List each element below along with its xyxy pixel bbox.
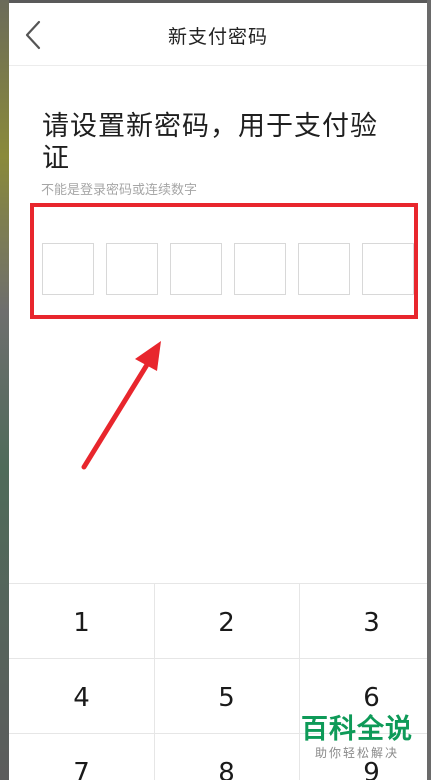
pin-input-row[interactable] xyxy=(42,243,414,297)
pin-cell-6[interactable] xyxy=(362,243,414,295)
key-1[interactable]: 1 xyxy=(9,585,154,660)
watermark-logo: 百科全说 助你轻松解决 xyxy=(292,715,422,761)
keypad-divider xyxy=(9,583,427,584)
pin-cell-3[interactable] xyxy=(170,243,222,295)
pin-cell-1[interactable] xyxy=(42,243,94,295)
phone-screen: 新支付密码 请设置新密码，用于支付验证 不能是登录密码或连续数字 1 2 3 4… xyxy=(9,3,427,780)
key-8[interactable]: 8 xyxy=(154,735,299,780)
key-3[interactable]: 3 xyxy=(299,585,427,660)
red-arrow-annotation xyxy=(81,341,161,470)
pin-cell-2[interactable] xyxy=(106,243,158,295)
key-5[interactable]: 5 xyxy=(154,660,299,735)
password-heading: 请设置新密码，用于支付验证 xyxy=(42,111,378,174)
background-left xyxy=(0,0,9,780)
background-right xyxy=(427,0,431,780)
password-hint: 不能是登录密码或连续数字 xyxy=(41,183,198,198)
pin-cell-5[interactable] xyxy=(298,243,350,295)
watermark-title: 百科全说 xyxy=(301,714,413,745)
navigation-bar: 新支付密码 xyxy=(9,3,427,66)
pin-cell-4[interactable] xyxy=(234,243,286,295)
key-2[interactable]: 2 xyxy=(154,585,299,660)
watermark-subtitle: 助你轻松解决 xyxy=(314,746,399,760)
page-title: 新支付密码 xyxy=(167,26,268,48)
key-7[interactable]: 7 xyxy=(9,735,154,780)
key-4[interactable]: 4 xyxy=(9,660,154,735)
